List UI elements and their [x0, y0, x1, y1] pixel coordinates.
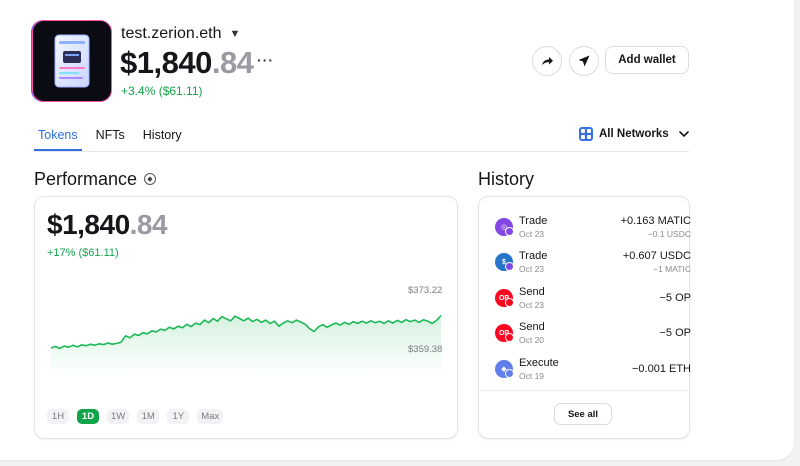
network-badge-icon: [505, 227, 514, 236]
performance-chart[interactable]: [35, 197, 457, 397]
chevron-down-icon: ▼: [229, 28, 241, 40]
range-1w[interactable]: 1W: [107, 409, 130, 424]
history-divider: [479, 390, 689, 391]
wallet-overview-panel: test.zerion.eth ▼ $1,840 .84 ··· +3.4% (…: [0, 0, 794, 460]
network-badge-icon: [505, 298, 514, 307]
ethereum-info-icon[interactable]: ◆: [144, 173, 156, 185]
history-item-sub-amount: −1 MATIC: [653, 264, 691, 274]
history-item-amount: −5 OP: [659, 292, 692, 304]
send-button[interactable]: [569, 46, 599, 76]
history-item-amount: +0.607 USDC: [622, 250, 691, 262]
history-title: History: [478, 169, 535, 189]
time-range-selector: 1H 1D 1W 1M 1Y Max: [47, 409, 224, 424]
total-balance-integer: $1,840: [120, 45, 212, 80]
history-item-type: Send: [519, 321, 545, 333]
history-item-date: Oct 20: [519, 335, 545, 345]
history-item-type: Trade: [519, 215, 548, 227]
tab-tokens[interactable]: Tokens: [34, 128, 82, 151]
range-1y[interactable]: 1Y: [167, 409, 190, 424]
tabs-divider: [34, 151, 689, 152]
nft-avatar-image: [33, 21, 111, 101]
share-icon: [542, 57, 553, 65]
history-item-type: Execute: [519, 357, 559, 369]
history-item[interactable]: $ Trade Oct 23 +0.607 USDC −1 MATIC: [495, 248, 691, 276]
history-item-type: Trade: [519, 250, 548, 262]
chart-min-label: $359.38: [408, 344, 443, 355]
chart-area-fill: [51, 315, 441, 377]
chart-max-label: $373.22: [408, 285, 443, 296]
wallet-avatar[interactable]: [32, 20, 112, 102]
portfolio-tabs: Tokens NFTs History: [34, 128, 186, 151]
history-card: ◎ Trade Oct 23 +0.163 MATIC −0.1 USDC $ Trade O…: [478, 196, 691, 439]
total-balance: $1,840 .84: [120, 45, 254, 81]
tab-nfts[interactable]: NFTs: [92, 128, 129, 151]
range-1d[interactable]: 1D: [77, 409, 99, 424]
share-button[interactable]: [532, 46, 562, 76]
history-item-amount: −5 OP: [659, 327, 692, 339]
history-item-amount: −0.001 ETH: [631, 363, 691, 375]
see-all-button[interactable]: See all: [554, 403, 612, 425]
performance-card: $1,840.84 +17% ($61.11) $373.22 $359.38 …: [34, 196, 458, 439]
range-max[interactable]: Max: [197, 409, 224, 424]
network-badge-icon: [505, 262, 514, 271]
history-item[interactable]: ◎ Trade Oct 23 +0.163 MATIC −0.1 USDC: [495, 213, 691, 241]
wallet-name: test.zerion.eth: [121, 25, 222, 42]
more-options-icon[interactable]: ···: [257, 52, 274, 68]
network-filter-dropdown[interactable]: All Networks: [579, 127, 689, 141]
history-item-sub-amount: −0.1 USDC: [647, 229, 691, 239]
history-item-date: Oct 23: [519, 264, 545, 274]
add-wallet-button[interactable]: Add wallet: [605, 46, 689, 74]
performance-title: Performance: [34, 169, 138, 189]
history-item-date: Oct 23: [519, 229, 545, 239]
history-item-amount: +0.163 MATIC: [620, 215, 691, 227]
history-item-type: Send: [519, 286, 545, 298]
range-1m[interactable]: 1M: [137, 409, 160, 424]
range-1h[interactable]: 1H: [47, 409, 69, 424]
history-item-date: Oct 19: [519, 371, 545, 381]
wallet-name-selector[interactable]: test.zerion.eth ▼: [121, 25, 240, 43]
total-balance-decimal: .84: [211, 45, 254, 80]
balance-change: +3.4% ($61.11): [121, 84, 203, 98]
network-filter-label: All Networks: [599, 128, 669, 140]
history-item[interactable]: OP Send Oct 23 −5 OP: [495, 284, 691, 312]
grid-icon: [579, 127, 593, 141]
history-item-date: Oct 23: [519, 300, 545, 310]
history-item[interactable]: ◆ Execute Oct 19 −0.001 ETH: [495, 355, 691, 383]
history-item[interactable]: OP Send Oct 20 −5 OP: [495, 319, 691, 347]
chevron-down-icon: [678, 130, 689, 137]
tab-history[interactable]: History: [139, 128, 186, 151]
send-icon: [578, 55, 590, 67]
network-badge-icon: [505, 369, 514, 378]
network-badge-icon: [505, 333, 514, 342]
